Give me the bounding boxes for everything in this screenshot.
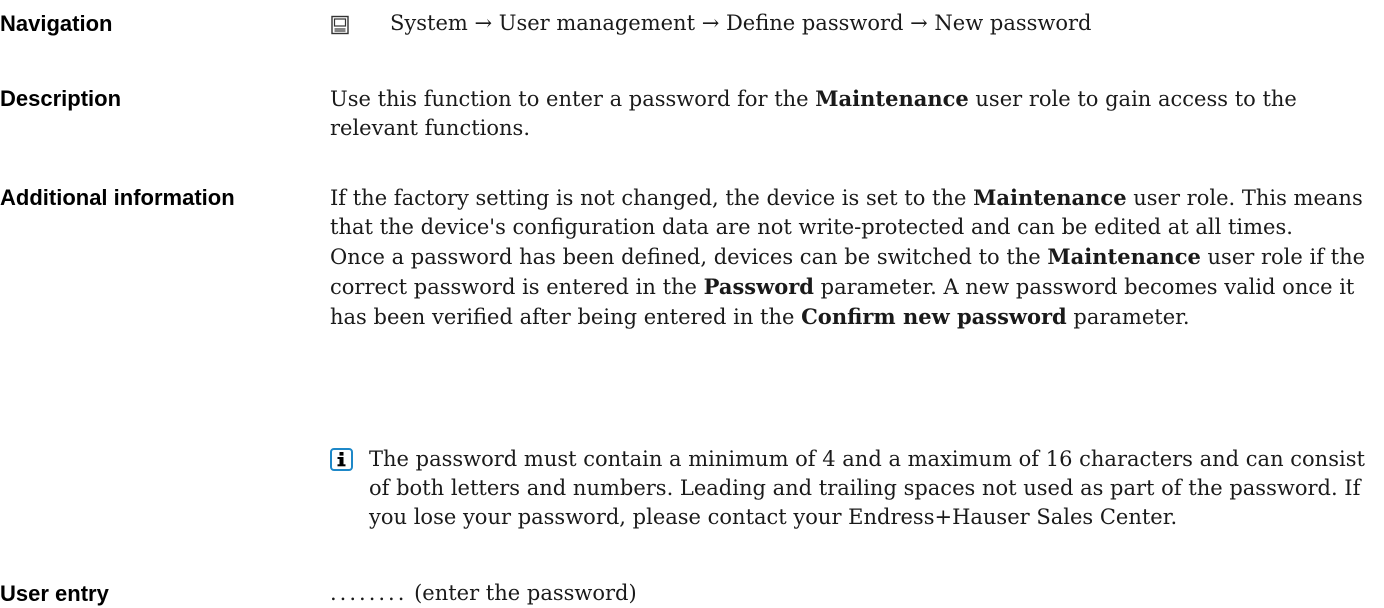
display-operation-icon <box>330 14 350 35</box>
navigation-label: Navigation <box>0 11 113 36</box>
entry-dots: ........ <box>330 581 408 605</box>
user-entry-label: User entry <box>0 581 109 606</box>
additional-information-paragraph: Once a password has been defined, device… <box>330 244 1366 329</box>
description-text-part: Use this function to enter a password fo… <box>330 87 816 111</box>
description-label: Description <box>0 86 122 111</box>
info-icon <box>330 448 353 471</box>
password-parameter-term: Password <box>703 274 814 299</box>
user-entry-value: ........ (enter the password) <box>330 579 1380 608</box>
info-tip: The password must contain a minimum of 4… <box>330 445 1380 532</box>
navigation-path: System → User management → Define passwo… <box>390 11 1092 35</box>
maintenance-role-term: Maintenance <box>973 185 1127 210</box>
maintenance-role-term: Maintenance <box>815 86 969 111</box>
maintenance-role-term: Maintenance <box>1047 244 1201 269</box>
confirm-new-password-term: Confirm new password <box>801 304 1067 329</box>
entry-hint: (enter the password) <box>407 581 637 605</box>
navigation-path-row: System → User management → Define passwo… <box>330 9 1380 38</box>
additional-information-label: Additional information <box>0 185 235 210</box>
additional-information-text: If the factory setting is not changed, t… <box>330 183 1380 332</box>
info-tip-text: The password must contain a minimum of 4… <box>369 447 1365 529</box>
description-text: Use this function to enter a password fo… <box>330 84 1380 143</box>
additional-information-paragraph: If the factory setting is not changed, t… <box>330 185 1363 239</box>
